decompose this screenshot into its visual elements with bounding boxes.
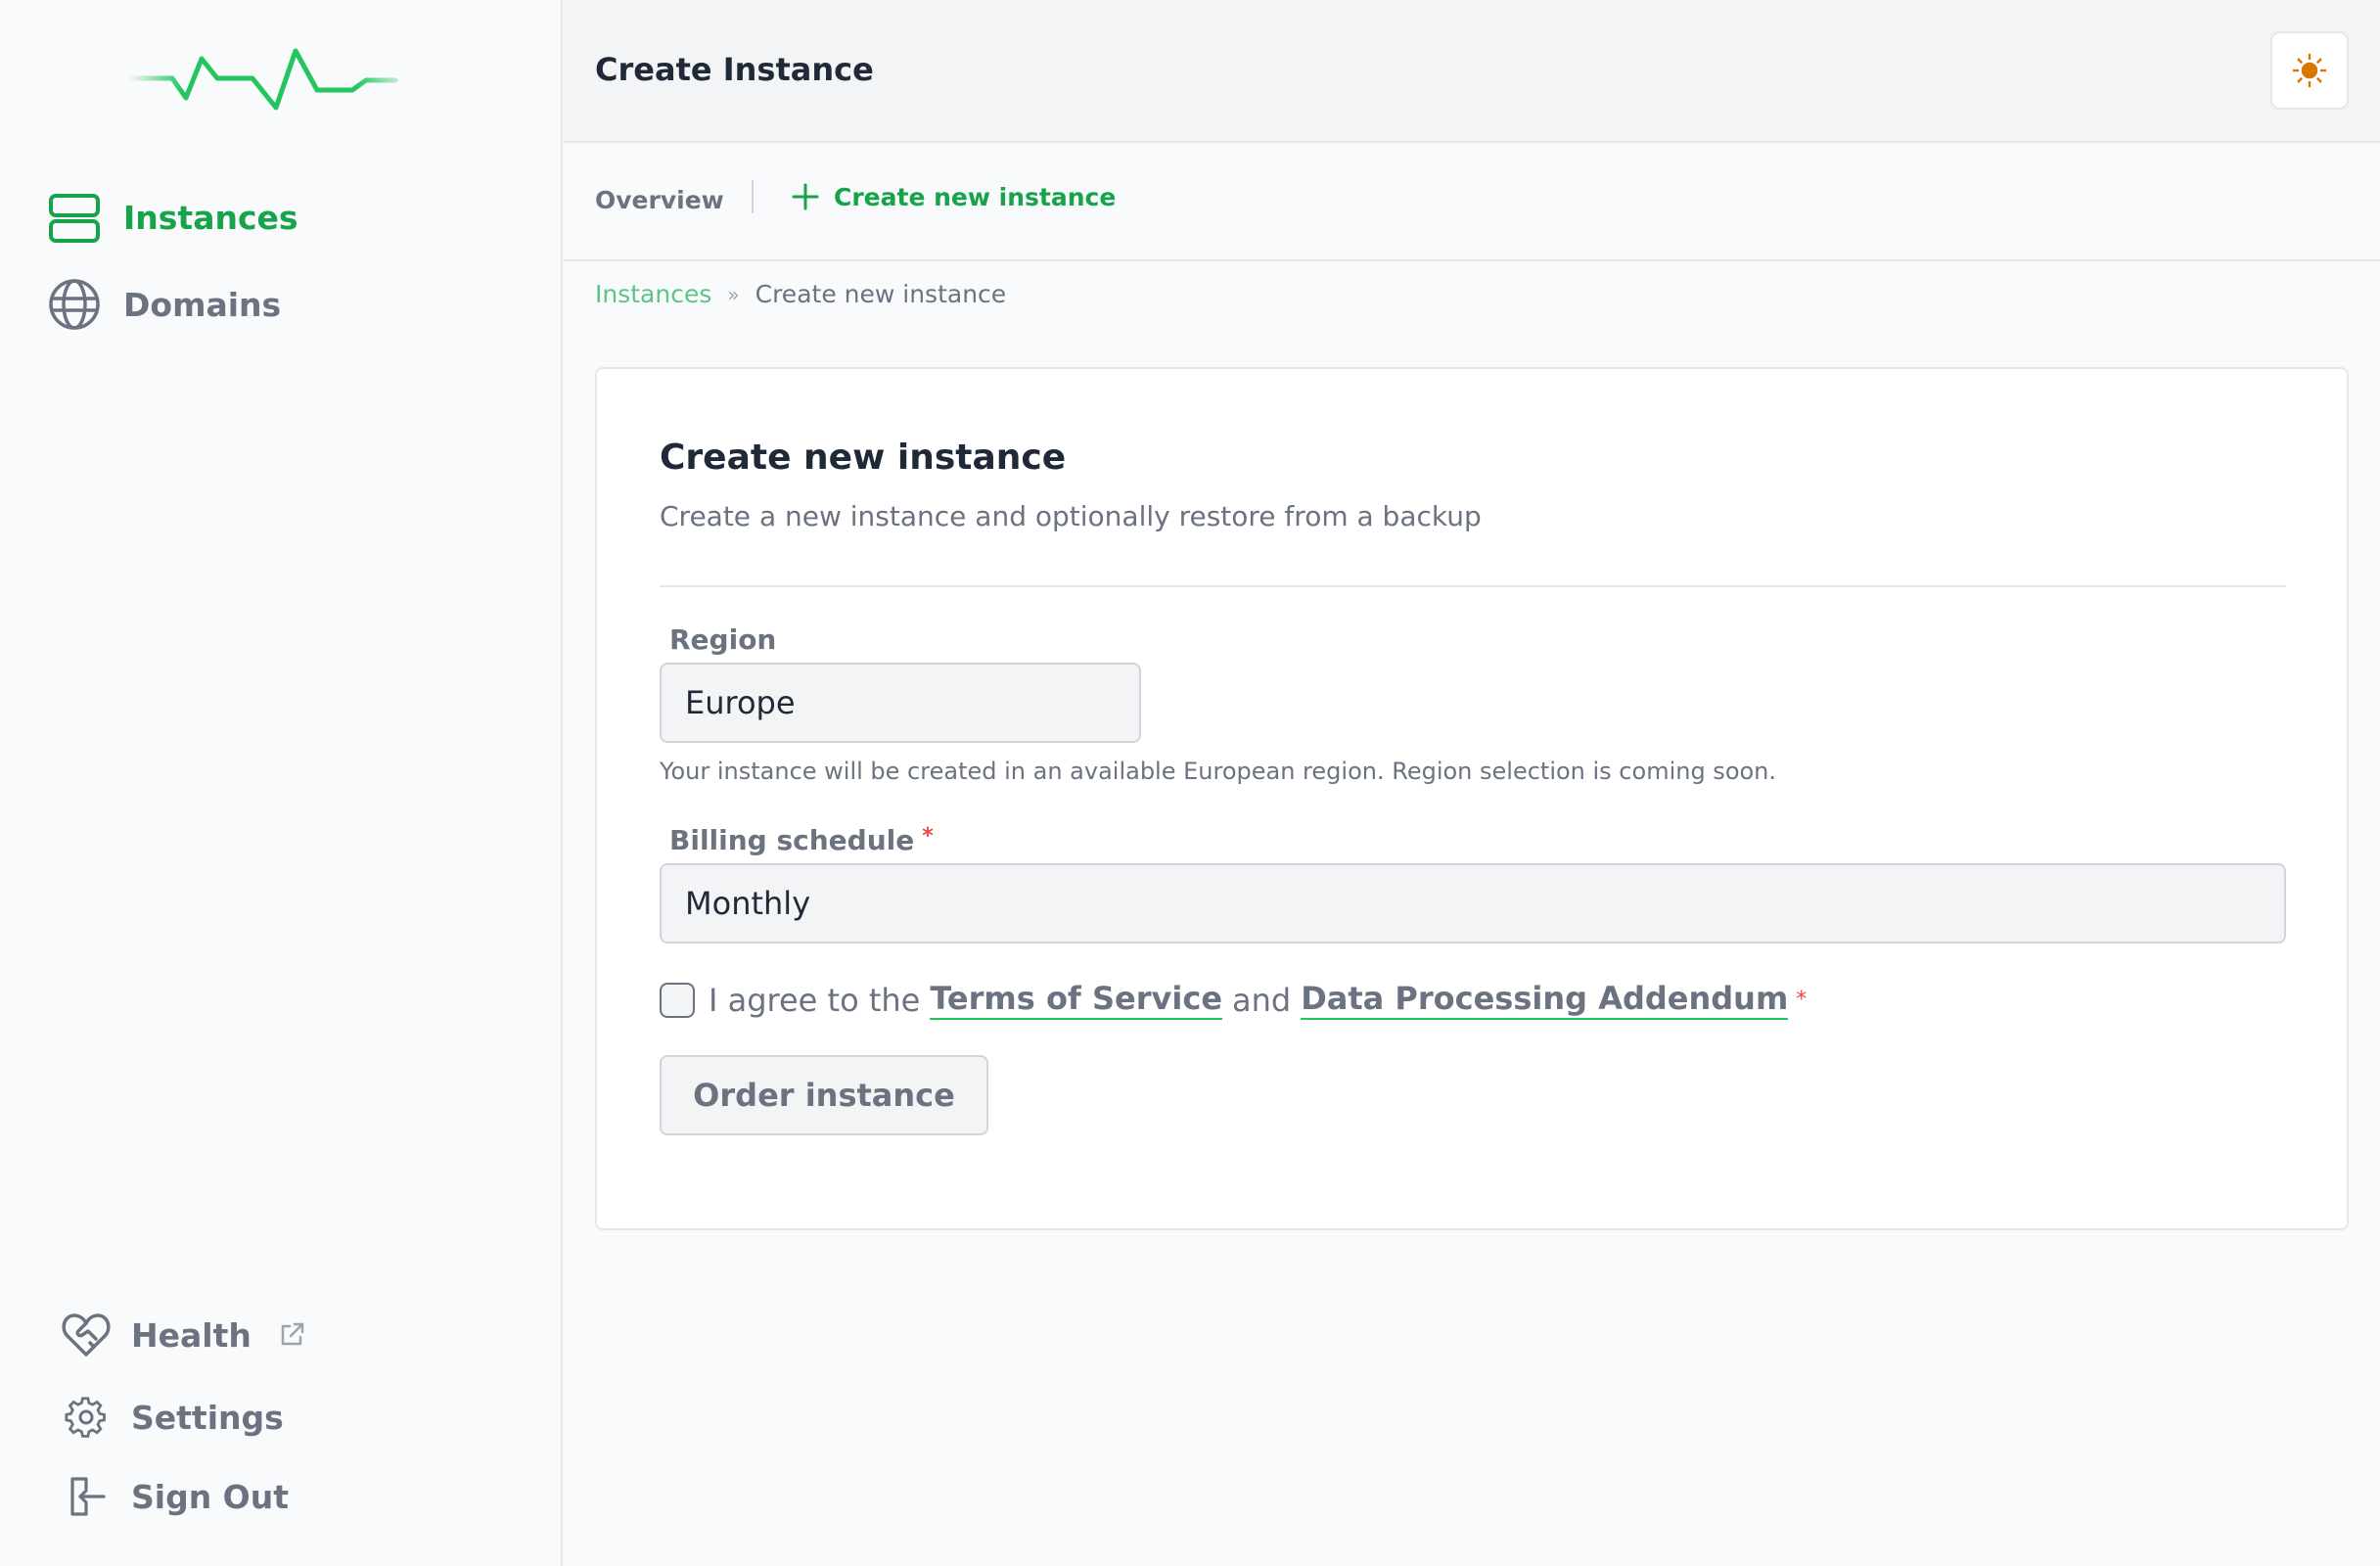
agree-checkbox[interactable] [660, 982, 695, 1018]
sidebar-item-label: Health [131, 1315, 252, 1355]
sidebar-item-label: Instances [123, 198, 298, 237]
tab-overview[interactable]: Overview [595, 186, 724, 214]
billing-schedule-select[interactable] [660, 863, 2286, 944]
sub-navigation: Overview Create new instance [564, 143, 2380, 261]
billing-schedule-label: Billing schedule * [669, 824, 934, 856]
sign-out-icon [61, 1471, 112, 1522]
region-hint: Your instance will be created in an avai… [660, 758, 1777, 785]
form-divider [660, 585, 2286, 587]
external-link-icon [281, 1322, 304, 1346]
order-instance-button[interactable]: Order instance [660, 1055, 988, 1135]
agree-prefix: I agree to the [709, 981, 921, 1019]
required-mark: * [1796, 988, 1808, 1012]
billing-schedule-label-text: Billing schedule [669, 824, 915, 856]
terms-of-service-link[interactable]: Terms of Service [930, 980, 1223, 1020]
sidebar-item-settings[interactable]: Settings [61, 1392, 284, 1443]
breadcrumb: Instances » Create new instance [595, 280, 1006, 308]
form-title: Create new instance [660, 438, 1067, 478]
sidebar-item-health[interactable]: Health [61, 1310, 306, 1360]
agree-and: and [1232, 981, 1292, 1019]
form-subtitle: Create a new instance and optionally res… [660, 500, 1482, 532]
breadcrumb-instances-link[interactable]: Instances [595, 280, 711, 308]
sidebar-item-label: Sign Out [131, 1477, 290, 1516]
sidebar-item-label: Domains [123, 285, 282, 324]
server-stack-icon [47, 190, 102, 245]
tab-create-label: Create new instance [834, 182, 1117, 211]
breadcrumb-separator: » [727, 282, 740, 306]
region-field[interactable] [660, 663, 1141, 743]
create-instance-card: Create new instance Create a new instanc… [595, 367, 2349, 1230]
required-mark: * [922, 824, 934, 849]
heart-handshake-icon [61, 1310, 112, 1360]
tab-create-new-instance[interactable]: Create new instance [791, 182, 1116, 211]
plus-icon [792, 183, 819, 210]
sidebar-item-instances[interactable]: Instances [47, 190, 298, 245]
region-label: Region [669, 623, 777, 656]
globe-icon [47, 277, 102, 332]
sun-icon [2292, 53, 2327, 88]
sidebar: Instances Domains Health Settings Sign O… [0, 0, 563, 1566]
sidebar-item-label: Settings [131, 1398, 284, 1437]
subnav-divider [752, 180, 754, 213]
data-processing-addendum-link[interactable]: Data Processing Addendum [1301, 980, 1789, 1020]
agree-terms-row: I agree to the Terms of Service and Data… [660, 980, 1807, 1020]
sidebar-item-domains[interactable]: Domains [47, 277, 281, 332]
page-title: Create Instance [595, 51, 874, 88]
heartbeat-logo-icon[interactable] [125, 43, 399, 117]
sidebar-item-sign-out[interactable]: Sign Out [61, 1471, 289, 1522]
breadcrumb-current: Create new instance [755, 280, 1007, 308]
top-header: Create Instance [564, 0, 2380, 143]
theme-toggle-button[interactable] [2270, 31, 2349, 110]
gear-icon [61, 1392, 112, 1443]
